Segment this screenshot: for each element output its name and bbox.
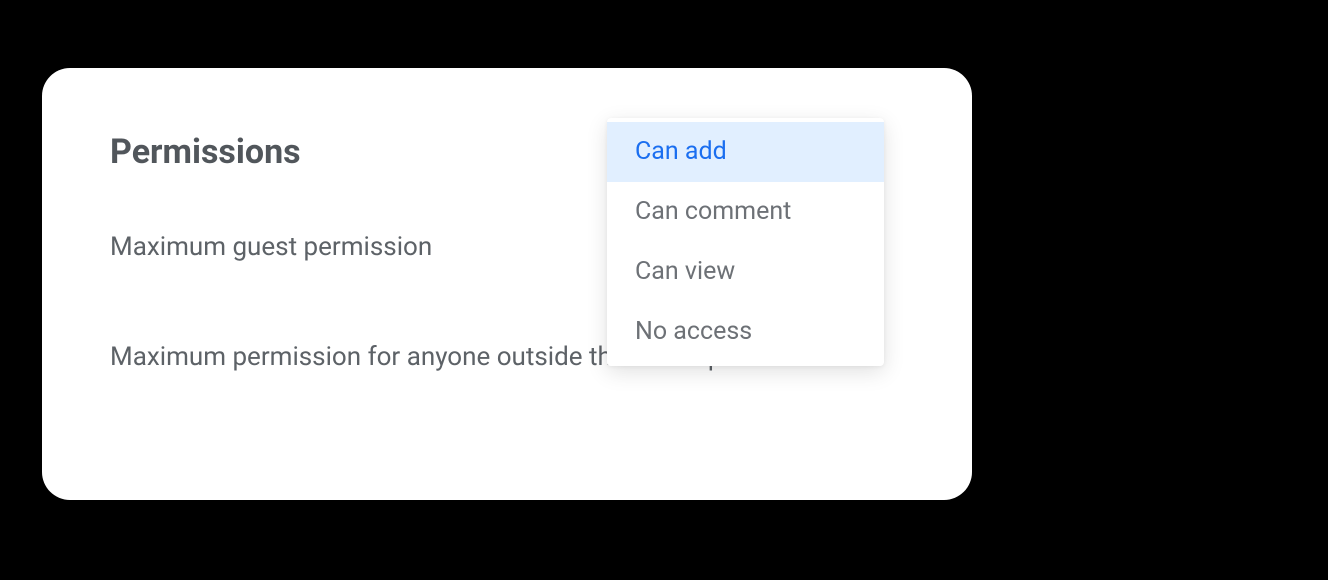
- dropdown-option-can-comment[interactable]: Can comment: [607, 182, 884, 242]
- permission-dropdown[interactable]: Can add Can comment Can view No access: [607, 118, 884, 366]
- dropdown-option-can-view[interactable]: Can view: [607, 242, 884, 302]
- dropdown-option-can-add[interactable]: Can add: [607, 122, 884, 182]
- dropdown-option-no-access[interactable]: No access: [607, 302, 884, 362]
- permissions-card: Permissions Maximum guest permission Max…: [42, 68, 972, 500]
